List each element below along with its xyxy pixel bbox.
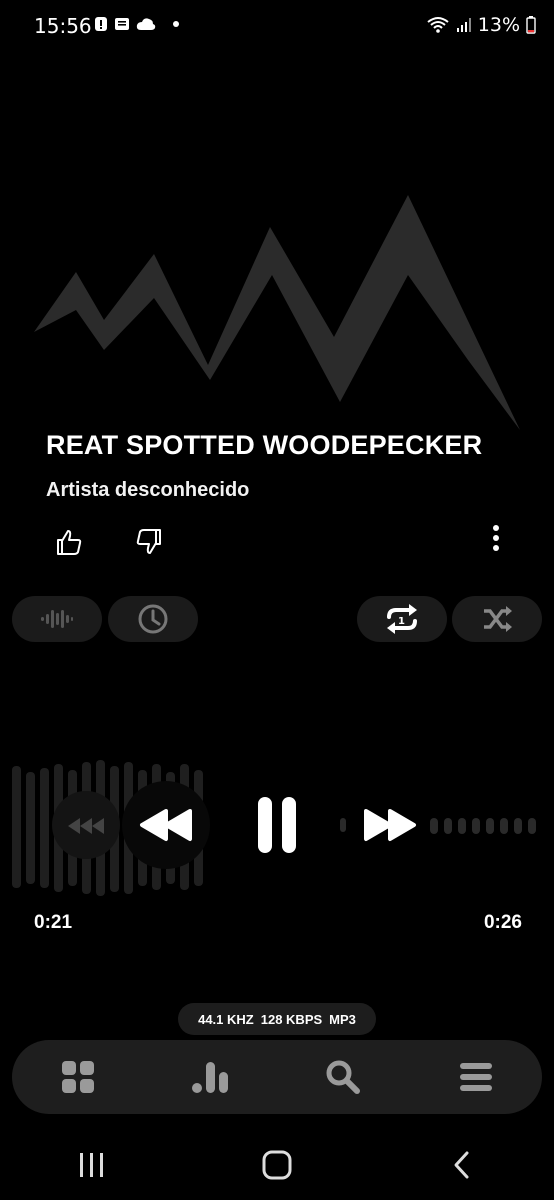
search-button[interactable] xyxy=(313,1047,373,1107)
remaining-time: 0:26 xyxy=(483,912,522,933)
bitrate: 128 KBPS xyxy=(260,1011,323,1027)
library-button[interactable] xyxy=(48,1047,108,1107)
pause-icon xyxy=(258,797,296,853)
system-nav xyxy=(0,1130,554,1200)
cloud-icon xyxy=(136,18,156,30)
dislike-button[interactable] xyxy=(130,522,170,562)
like-button[interactable] xyxy=(48,522,88,562)
message-icon xyxy=(115,18,129,30)
repeat-one-icon: 1 xyxy=(387,604,417,634)
signal-icon xyxy=(456,18,471,32)
home-icon xyxy=(262,1150,292,1180)
back-button[interactable] xyxy=(432,1140,492,1190)
equalizer-button[interactable] xyxy=(12,596,102,642)
track-artist[interactable]: Artista desconhecido xyxy=(46,479,249,502)
now-playing-button[interactable] xyxy=(181,1047,241,1107)
grid-icon xyxy=(62,1061,95,1093)
status-right: 13% xyxy=(426,14,536,36)
back-icon xyxy=(454,1151,469,1179)
home-button[interactable] xyxy=(247,1140,307,1190)
waveform-icon xyxy=(41,610,73,628)
rewind-button[interactable] xyxy=(132,795,200,855)
sleep-timer-button[interactable] xyxy=(108,596,198,642)
repeat-one-button[interactable]: 1 xyxy=(357,596,447,642)
more-vertical-icon xyxy=(493,525,499,551)
menu-button[interactable] xyxy=(446,1047,506,1107)
rewind-icon xyxy=(140,809,192,841)
shuffle-button[interactable] xyxy=(452,596,542,642)
elapsed-time: 0:21 xyxy=(34,912,73,933)
shuffle-icon xyxy=(484,606,512,632)
thumbs-down-icon xyxy=(136,529,161,554)
bars-icon xyxy=(191,1062,228,1093)
sample-rate: 44.1 KHZ xyxy=(198,1011,254,1027)
status-icons-left xyxy=(94,16,182,32)
more-options-button[interactable] xyxy=(476,518,516,558)
svg-text:1: 1 xyxy=(398,616,405,627)
pause-button[interactable] xyxy=(244,790,310,860)
menu-icon xyxy=(459,1063,492,1091)
fast-forward-button[interactable] xyxy=(358,795,422,855)
codec: MP3 xyxy=(329,1011,356,1027)
search-icon xyxy=(326,1060,361,1094)
recent-apps-icon xyxy=(80,1153,104,1177)
album-art xyxy=(34,195,520,430)
alert-icon xyxy=(95,17,107,31)
thumbs-up-icon xyxy=(57,530,82,555)
format-badge: 44.1 KHZ 128 KBPS MP3 xyxy=(178,1003,376,1035)
battery-icon xyxy=(526,16,536,34)
wifi-icon xyxy=(427,17,449,33)
triple-rewind-icon xyxy=(68,818,104,834)
skip-previous-button[interactable] xyxy=(62,812,110,840)
fast-forward-icon xyxy=(364,809,416,841)
status-time: 15:56 xyxy=(34,14,92,38)
bottom-nav xyxy=(12,1040,542,1114)
clock-icon xyxy=(138,604,168,634)
battery-text: 13% xyxy=(477,14,520,36)
track-title: REAT SPOTTED WOODEPECKER xyxy=(46,430,483,460)
recent-apps-button[interactable] xyxy=(62,1140,122,1190)
dot-icon xyxy=(173,21,179,27)
